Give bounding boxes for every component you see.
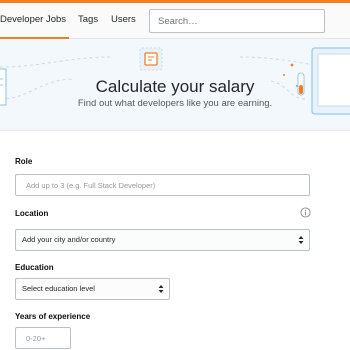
hero-banner: Calculate your salary Find out what deve…	[0, 39, 350, 131]
page-subtitle: Find out what developers like you are ea…	[77, 98, 273, 109]
location-select[interactable]: Add your city and/or country	[15, 229, 310, 251]
location-label: Location	[15, 209, 49, 218]
tab-tags[interactable]: Tags	[78, 3, 98, 39]
role-input[interactable]	[15, 174, 310, 196]
page-title: Calculate your salary	[95, 77, 255, 96]
education-select-value: Select education level	[22, 284, 95, 293]
role-label: Role	[15, 157, 33, 166]
education-select[interactable]: Select education level	[15, 278, 170, 300]
experience-input[interactable]	[15, 327, 71, 349]
select-arrows-icon	[158, 285, 164, 293]
education-label: Education	[15, 263, 54, 272]
tab-developer-jobs[interactable]: Developer Jobs	[0, 3, 69, 39]
top-navigation: Developer Jobs Tags Users	[0, 0, 350, 39]
tab-users[interactable]: Users	[111, 3, 136, 39]
location-select-value: Add your city and/or country	[22, 235, 116, 244]
info-icon[interactable]	[300, 207, 311, 218]
search-input[interactable]	[149, 9, 325, 33]
select-arrows-icon	[298, 236, 304, 244]
experience-label: Years of experience	[15, 312, 91, 321]
